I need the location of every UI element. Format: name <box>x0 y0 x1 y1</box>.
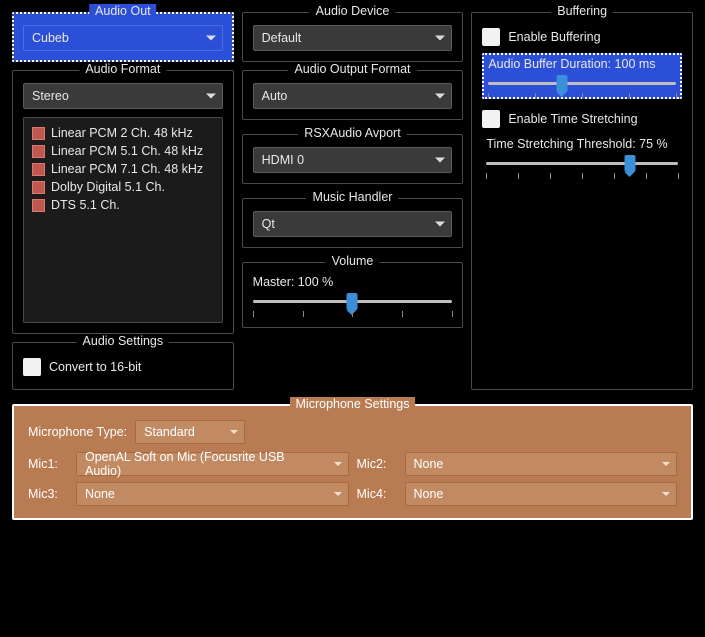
checkbox-icon <box>482 110 500 128</box>
chevron-down-icon <box>435 158 445 163</box>
slider-thumb-icon <box>625 155 636 172</box>
mic-type-label: Microphone Type: <box>28 425 127 439</box>
music-handler-group: Music Handler Qt <box>242 198 464 248</box>
checkbox-icon <box>23 358 41 376</box>
ts-threshold-slider[interactable] <box>486 159 678 167</box>
enable-buffering-checkbox[interactable]: Enable Buffering <box>482 25 682 49</box>
audio-out-select[interactable]: Cubeb <box>23 25 223 51</box>
audio-format-group: Audio Format Stereo Linear PCM 2 Ch. 48 … <box>12 70 234 334</box>
mic-type-select[interactable]: Standard <box>135 420 245 444</box>
audio-settings-legend: Audio Settings <box>77 334 170 348</box>
rsx-avport-legend: RSXAudio Avport <box>298 126 406 140</box>
volume-label: Master: 100 % <box>253 275 453 289</box>
chevron-down-icon <box>435 36 445 41</box>
slider-thumb-icon <box>556 75 567 92</box>
audio-format-legend: Audio Format <box>79 62 166 76</box>
mic2-label: Mic2: <box>357 457 397 471</box>
chevron-down-icon <box>334 462 342 466</box>
mic1-select[interactable]: OpenAL Soft on Mic (Focusrite USB Audio) <box>76 452 349 476</box>
mic4-select[interactable]: None <box>405 482 678 506</box>
audio-out-legend: Audio Out <box>89 4 157 18</box>
color-swatch-icon <box>32 181 45 194</box>
chevron-down-icon <box>435 94 445 99</box>
list-item[interactable]: Linear PCM 5.1 Ch. 48 kHz <box>32 142 214 160</box>
enable-time-stretch-checkbox[interactable]: Enable Time Stretching <box>482 107 682 131</box>
chevron-down-icon <box>662 462 670 466</box>
microphone-settings-group: Microphone Settings Microphone Type: Sta… <box>12 404 693 520</box>
convert-16bit-checkbox[interactable]: Convert to 16-bit <box>23 355 223 379</box>
chevron-down-icon <box>206 36 216 41</box>
audio-format-listbox[interactable]: Linear PCM 2 Ch. 48 kHz Linear PCM 5.1 C… <box>23 117 223 323</box>
volume-legend: Volume <box>326 254 380 268</box>
list-item[interactable]: DTS 5.1 Ch. <box>32 196 214 214</box>
buffer-duration-focus: Audio Buffer Duration: 100 ms <box>482 53 682 99</box>
audio-out-group: Audio Out Cubeb <box>12 12 234 62</box>
color-swatch-icon <box>32 127 45 140</box>
rsx-avport-select[interactable]: HDMI 0 <box>253 147 453 173</box>
mic1-label: Mic1: <box>28 457 68 471</box>
music-handler-legend: Music Handler <box>307 190 399 204</box>
ts-threshold-label: Time Stretching Threshold: 75 % <box>486 137 678 151</box>
color-swatch-icon <box>32 163 45 176</box>
mic3-select[interactable]: None <box>76 482 349 506</box>
list-item[interactable]: Dolby Digital 5.1 Ch. <box>32 178 214 196</box>
chevron-down-icon <box>435 222 445 227</box>
list-item[interactable]: Linear PCM 7.1 Ch. 48 kHz <box>32 160 214 178</box>
music-handler-select[interactable]: Qt <box>253 211 453 237</box>
buffer-duration-label: Audio Buffer Duration: 100 ms <box>488 57 676 71</box>
slider-thumb-icon <box>347 293 358 310</box>
audio-output-format-legend: Audio Output Format <box>288 62 416 76</box>
chevron-down-icon <box>662 492 670 496</box>
audio-out-value: Cubeb <box>32 31 69 45</box>
convert-16bit-label: Convert to 16-bit <box>49 360 141 374</box>
audio-format-value: Stereo <box>32 89 69 103</box>
volume-group: Volume Master: 100 % <box>242 262 464 328</box>
chevron-down-icon <box>334 492 342 496</box>
audio-device-select[interactable]: Default <box>253 25 453 51</box>
audio-device-value: Default <box>262 31 302 45</box>
audio-output-format-group: Audio Output Format Auto <box>242 70 464 120</box>
color-swatch-icon <box>32 145 45 158</box>
color-swatch-icon <box>32 199 45 212</box>
chevron-down-icon <box>206 94 216 99</box>
audio-settings-group: Audio Settings Convert to 16-bit <box>12 342 234 390</box>
chevron-down-icon <box>230 430 238 434</box>
rsx-avport-group: RSXAudio Avport HDMI 0 <box>242 134 464 184</box>
buffering-legend: Buffering <box>551 4 613 18</box>
enable-time-stretch-label: Enable Time Stretching <box>508 112 637 126</box>
audio-format-select[interactable]: Stereo <box>23 83 223 109</box>
audio-device-group: Audio Device Default <box>242 12 464 62</box>
microphone-settings-legend: Microphone Settings <box>290 397 416 411</box>
list-item[interactable]: Linear PCM 2 Ch. 48 kHz <box>32 124 214 142</box>
mic2-select[interactable]: None <box>405 452 678 476</box>
mic4-label: Mic4: <box>357 487 397 501</box>
audio-device-legend: Audio Device <box>310 4 396 18</box>
checkbox-icon <box>482 28 500 46</box>
mic3-label: Mic3: <box>28 487 68 501</box>
audio-output-format-select[interactable]: Auto <box>253 83 453 109</box>
enable-buffering-label: Enable Buffering <box>508 30 600 44</box>
volume-slider[interactable] <box>253 297 453 305</box>
buffer-duration-slider[interactable] <box>488 79 676 87</box>
